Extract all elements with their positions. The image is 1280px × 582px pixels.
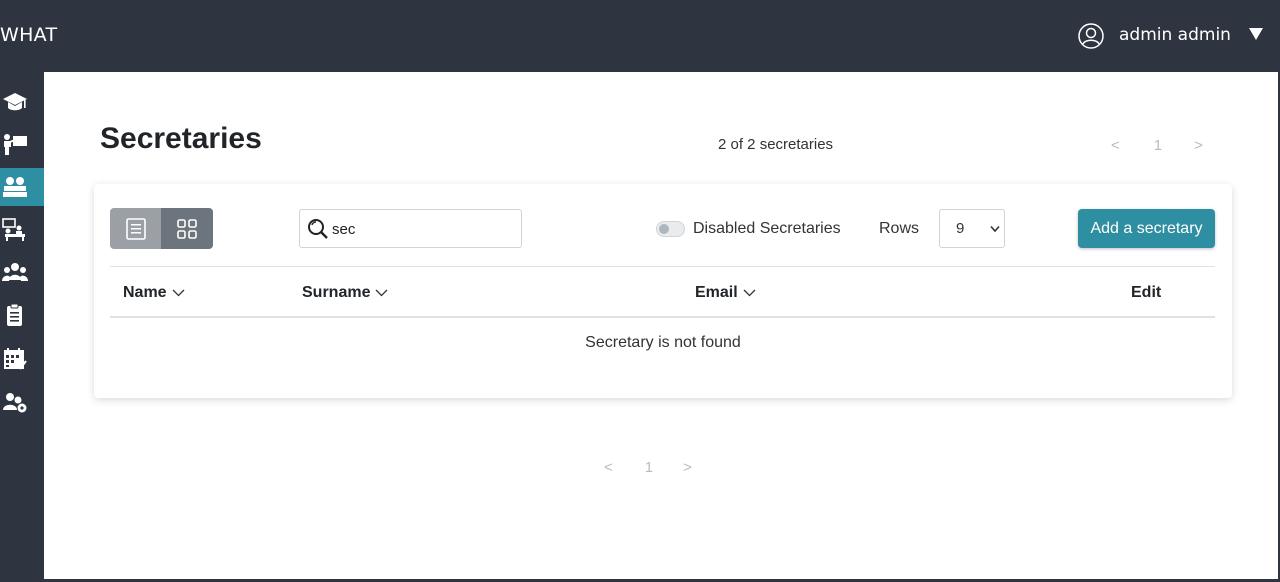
teacher-board-icon <box>4 134 27 155</box>
sidebar-item-lessons[interactable] <box>0 211 44 249</box>
column-header-label: Surname <box>302 284 371 301</box>
sidebar <box>0 72 44 582</box>
calendar-icon <box>4 348 27 370</box>
empty-table-message: Secretary is not found <box>585 334 741 351</box>
search-icon <box>308 219 328 239</box>
column-header-label: Edit <box>1131 284 1162 301</box>
users-cog-icon <box>3 393 27 413</box>
secretaries-icon <box>3 177 27 197</box>
grid-view-icon <box>177 218 197 239</box>
prev-page-button[interactable]: < <box>604 459 613 476</box>
view-mode-toggle <box>110 208 213 249</box>
user-name[interactable]: admin admin <box>1119 25 1231 45</box>
sidebar-item-schedule[interactable] <box>0 340 44 378</box>
sidebar-item-mentors[interactable] <box>0 125 44 163</box>
grid-view-button[interactable] <box>161 208 213 249</box>
sort-chevron-icon <box>376 289 388 297</box>
secretaries-card: Disabled Secretaries Rows 9 Add a secret… <box>94 184 1232 398</box>
results-count: 2 of 2 secretaries <box>718 136 834 153</box>
sidebar-item-courses[interactable] <box>0 83 44 121</box>
next-page-button[interactable]: > <box>683 459 692 476</box>
rows-label: Rows <box>879 220 920 237</box>
users-group-icon <box>2 263 28 281</box>
sort-chevron-icon <box>172 289 185 297</box>
table-header-divider <box>110 316 1215 318</box>
rows-per-page-select[interactable]: 9 <box>939 209 1005 248</box>
sidebar-item-secretaries[interactable] <box>0 168 44 206</box>
page-number-button[interactable]: 1 <box>645 459 653 476</box>
column-header-email[interactable]: Email <box>695 284 756 302</box>
disabled-secretaries-label[interactable]: Disabled Secretaries <box>693 220 841 238</box>
list-view-button[interactable] <box>110 208 161 249</box>
column-header-name[interactable]: Name <box>123 284 185 302</box>
page-number-button[interactable]: 1 <box>1154 137 1162 154</box>
add-secretary-button[interactable]: Add a secretary <box>1078 209 1215 248</box>
next-page-button[interactable]: > <box>1194 137 1203 154</box>
column-header-edit: Edit <box>1131 284 1161 302</box>
toggle-knob <box>659 224 669 234</box>
rows-per-page-value: 9 <box>956 220 965 237</box>
column-header-label: Email <box>695 284 738 301</box>
column-header-label: Name <box>123 284 167 301</box>
divider <box>110 266 1215 267</box>
sort-chevron-icon <box>743 289 756 297</box>
user-avatar-icon[interactable] <box>1078 23 1104 49</box>
list-view-icon <box>125 217 146 240</box>
sidebar-item-groups[interactable] <box>0 253 44 291</box>
sidebar-item-assignments[interactable] <box>0 296 44 334</box>
sidebar-item-unassigned[interactable] <box>0 384 44 422</box>
page-title: Secretaries <box>100 122 262 155</box>
caret-down-icon[interactable] <box>1247 26 1265 42</box>
search-field <box>299 209 522 248</box>
clipboard-icon <box>7 303 22 326</box>
mentor-desk-icon <box>2 218 25 241</box>
graduation-cap-icon <box>3 93 27 111</box>
pagination-bottom: < 1 > <box>604 459 692 476</box>
column-header-surname[interactable]: Surname <box>302 284 388 302</box>
disabled-secretaries-toggle[interactable] <box>656 221 685 237</box>
brand-logo[interactable]: WHAT <box>0 24 57 46</box>
pagination-top: < 1 > <box>1111 137 1203 154</box>
prev-page-button[interactable]: < <box>1111 137 1120 154</box>
top-bar: WHAT admin admin <box>0 0 1280 72</box>
search-input[interactable] <box>332 217 512 241</box>
chevron-down-icon <box>990 225 1000 233</box>
